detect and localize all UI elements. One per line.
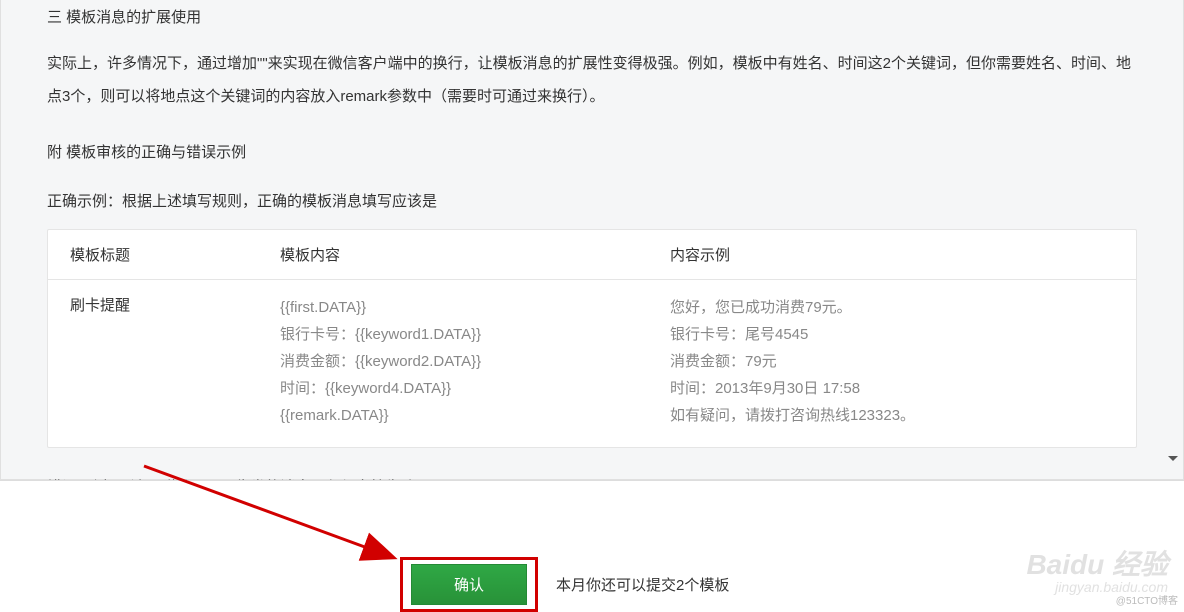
submit-quota-text: 本月你还可以提交2个模板 [556, 574, 729, 595]
correct-example-label: 正确示例：根据上述填写规则，正确的模板消息填写应该是 [47, 190, 1137, 211]
appendix-title: 附 模板审核的正确与错误示例 [47, 141, 1137, 162]
scroll-down-icon[interactable] [1168, 456, 1178, 461]
table-header-row: 模板标题 模板内容 内容示例 [48, 230, 1136, 280]
row-content: {{first.DATA}} 银行卡号：{{keyword1.DATA}} 消费… [280, 294, 670, 429]
confirm-button[interactable]: 确认 [411, 564, 527, 605]
template-table: 模板标题 模板内容 内容示例 刷卡提醒 {{first.DATA}} 银行卡号：… [47, 229, 1137, 448]
button-row: 确认 本月你还可以提交2个模板 [400, 557, 729, 612]
watermark-main: Baidu 经验 [1026, 549, 1168, 580]
header-content-example: 内容示例 [670, 244, 1114, 265]
row-title: 刷卡提醒 [70, 294, 280, 429]
row-example: 您好，您已成功消费79元。 银行卡号：尾号4545 消费金额：79元 时间：20… [670, 294, 1114, 429]
highlight-box: 确认 [400, 557, 538, 612]
content-section: 三 模板消息的扩展使用 实际上，许多情况下，通过增加""来实现在微信客户端中的换… [0, 0, 1184, 480]
header-template-title: 模板标题 [70, 244, 280, 265]
table-row: 刷卡提醒 {{first.DATA}} 银行卡号：{{keyword1.DATA… [48, 280, 1136, 447]
baidu-watermark: Baidu 经验 jingyan.baidu.com [1026, 543, 1168, 595]
footer-section: 确认 本月你还可以提交2个模板 [0, 480, 1184, 610]
header-template-content: 模板内容 [280, 244, 670, 265]
cto-watermark: @51CTO博客 [1116, 592, 1178, 607]
section-heading: 三 模板消息的扩展使用 [47, 0, 1137, 27]
body-paragraph: 实际上，许多情况下，通过增加""来实现在微信客户端中的换行，让模板消息的扩展性变… [47, 47, 1137, 113]
